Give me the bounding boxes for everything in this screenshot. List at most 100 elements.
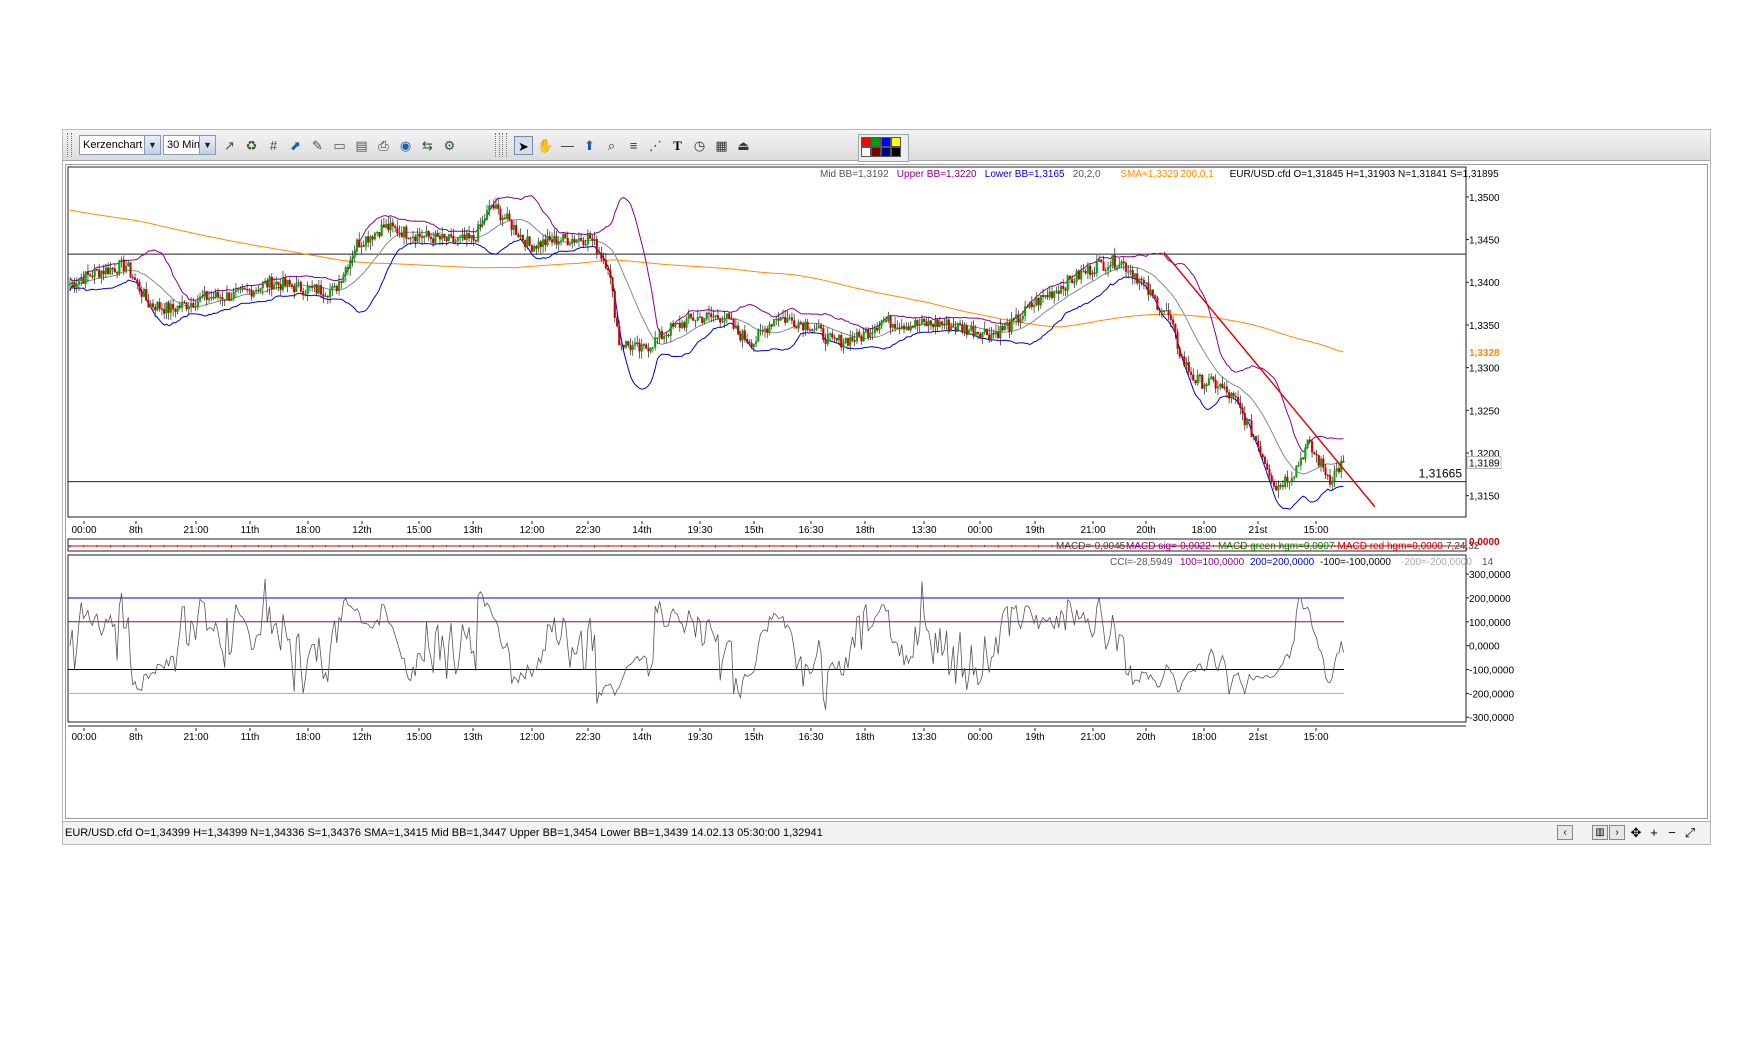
color-palette[interactable] [858, 134, 909, 162]
clock-icon[interactable]: ◷ [690, 136, 709, 155]
candle-body [640, 344, 643, 352]
color-swatch-black[interactable] [891, 147, 901, 157]
trend-icon[interactable]: ⬈ [286, 136, 305, 155]
candle-body [311, 286, 314, 288]
color-swatch-yellow[interactable] [891, 137, 901, 147]
candle-body [1165, 310, 1168, 312]
candle-body [1261, 454, 1264, 458]
candle-body [584, 243, 587, 246]
compare-icon[interactable]: ⇆ [418, 136, 437, 155]
candle-body [474, 240, 477, 242]
globe-icon[interactable]: ◉ [396, 136, 415, 155]
edit-icon[interactable]: ✎ [308, 136, 327, 155]
scroll-right-button[interactable]: › [1609, 825, 1625, 840]
y-tick-label: 1,3300 [1469, 364, 1500, 375]
candle-body [577, 238, 580, 241]
macd-legend-item: MACD red hgm=0,0000 [1338, 541, 1444, 552]
chevron-down-icon[interactable]: ▼ [144, 136, 160, 154]
zoom-icon[interactable]: ⌕ [602, 136, 621, 155]
document-icon[interactable]: ▤ [352, 136, 371, 155]
candle-body [111, 267, 114, 270]
arrow-up-icon[interactable]: ⬆ [580, 136, 599, 155]
horizontal-line-icon[interactable]: — [558, 136, 577, 155]
candle-body [967, 330, 971, 335]
x-tick-label: 18th [855, 525, 874, 536]
candle-body [1288, 481, 1291, 483]
text-icon[interactable]: T [668, 136, 687, 155]
candle-body [530, 245, 533, 252]
calculator-icon[interactable]: ▦ [712, 136, 731, 155]
x-tick-label: 12th [352, 525, 371, 536]
x-tick-label: 15th [744, 525, 763, 536]
candle-body [454, 240, 457, 243]
color-swatch-white[interactable] [861, 147, 871, 157]
chart-line-icon[interactable]: ↗ [220, 136, 239, 155]
scroll-bars-button[interactable]: ▥ [1592, 825, 1608, 840]
interval-select[interactable]: 30 Min. ▼ [163, 135, 216, 155]
candle-body [1234, 396, 1237, 398]
color-swatch-navy[interactable] [881, 147, 891, 157]
expand-icon[interactable]: ⤢ [1683, 824, 1697, 842]
window-icon[interactable]: ▭ [330, 136, 349, 155]
candle-body [1328, 475, 1332, 485]
chart-type-select[interactable]: Kerzenchart ▼ [79, 135, 161, 155]
candle-body [784, 316, 787, 323]
move-icon[interactable]: ✥ [1629, 824, 1643, 842]
settings-icon[interactable]: ⚙ [440, 136, 459, 155]
candle-body [763, 328, 767, 331]
toolbar-grip[interactable] [495, 133, 500, 157]
chart-area[interactable]: 1,3500 1,3450 1,3400 1,3350 1,3300 1,3250 1,32… [65, 164, 1708, 819]
candle-body [441, 233, 444, 240]
candle-body [660, 330, 663, 339]
x-tick-label: 19:30 [687, 525, 712, 536]
candle-body [701, 316, 704, 323]
candle-body [535, 245, 538, 249]
zoom-in-icon[interactable]: + [1647, 824, 1661, 842]
x-tick-label: 18:00 [1191, 525, 1216, 536]
chevron-down-icon[interactable]: ▼ [199, 136, 215, 154]
color-swatch-green[interactable] [871, 137, 881, 147]
candle-body [923, 318, 926, 322]
toolbar-grip[interactable] [67, 133, 72, 157]
hand-icon[interactable]: ✋ [536, 136, 555, 155]
candle-body [983, 328, 986, 333]
candle-body [427, 231, 430, 238]
candle-body [127, 262, 130, 267]
color-swatch-blue[interactable] [881, 137, 891, 147]
candle-body [611, 277, 614, 292]
x-tick-label-bottom: 18:00 [295, 732, 320, 743]
x-tick-label: 12:00 [519, 525, 544, 536]
candle-body [723, 317, 726, 322]
grid-icon[interactable]: # [264, 136, 283, 155]
candle-body [932, 324, 935, 328]
cursor-icon[interactable]: ➤ [514, 136, 533, 155]
scroll-left-button[interactable]: ‹ [1557, 825, 1573, 840]
price-chart[interactable]: 1,35001,34501,34001,33501,33001,32501,32… [66, 165, 1707, 818]
candle-body [468, 233, 471, 239]
candle-body [272, 284, 276, 290]
candle-body [223, 299, 226, 301]
print-icon[interactable]: ⎙ [374, 136, 393, 155]
candle-body [1183, 356, 1186, 366]
candle-body [1080, 271, 1083, 280]
color-swatch-maroon[interactable] [871, 147, 881, 157]
candle-body [1176, 332, 1179, 349]
toolbar-grip[interactable] [502, 133, 507, 157]
zoom-out-icon[interactable]: − [1665, 824, 1679, 842]
exit-icon[interactable]: ⏏ [734, 136, 753, 155]
candle-body [116, 272, 119, 274]
candle-body [1326, 474, 1329, 477]
candle-body [450, 234, 453, 237]
fan-icon[interactable]: ⋰ [646, 136, 665, 155]
refresh-green-icon[interactable]: ♻ [242, 136, 261, 155]
candle-body [629, 345, 632, 351]
candle-body [1302, 457, 1305, 460]
candle-body [598, 252, 601, 254]
candle-body [151, 303, 155, 308]
fibonacci-icon[interactable]: ≡ [624, 136, 643, 155]
candle-body [788, 317, 791, 319]
candle-body [519, 234, 522, 237]
candle-body [974, 331, 977, 337]
color-swatch-red[interactable] [861, 137, 871, 147]
candle-body [1308, 439, 1311, 442]
